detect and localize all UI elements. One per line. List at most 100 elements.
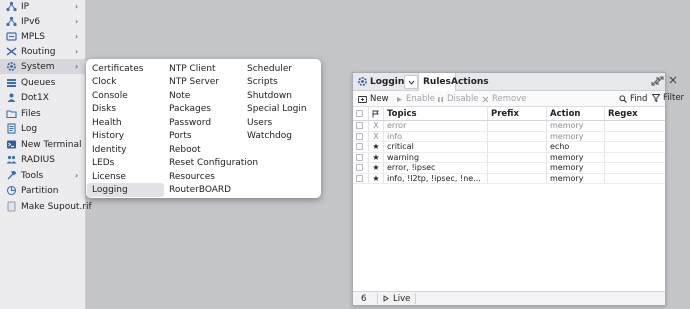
sidebar-item-files[interactable]: Files: [0, 106, 86, 121]
menu-item-disks[interactable]: Disks: [87, 102, 116, 116]
enable-button[interactable]: Enable: [396, 91, 435, 107]
routing-icon: [5, 46, 17, 58]
disable-button[interactable]: Disable: [437, 91, 479, 107]
table-header: Topics Prefix Action Regex: [353, 107, 665, 121]
menu-item-leds[interactable]: LEDs: [87, 156, 114, 170]
default-flag: ★: [369, 163, 384, 173]
sidebar-item-label: Partition: [21, 185, 59, 196]
menu-item-users[interactable]: Users: [242, 116, 272, 130]
find-button[interactable]: Find: [619, 91, 647, 107]
table-row[interactable]: X info memory: [353, 131, 665, 142]
menu-item-scripts[interactable]: Scripts: [242, 75, 278, 89]
cell-topics: warning: [384, 152, 488, 162]
menu-item-reboot[interactable]: Reboot: [164, 143, 201, 157]
filter-icon: [652, 94, 660, 102]
sidebar: IP › IPv6 › MPLS › Routing › System › Qu…: [0, 0, 92, 309]
chevron-right-icon: ›: [75, 32, 79, 41]
menu-item-ports[interactable]: Ports: [164, 129, 192, 143]
folder-icon: [5, 108, 17, 120]
menu-item-watchdog[interactable]: Watchdog: [242, 129, 292, 143]
column-header-action[interactable]: Action: [547, 107, 605, 120]
menu-item-console[interactable]: Console: [87, 89, 128, 103]
enable-label: Enable: [406, 94, 435, 104]
queues-icon: [5, 77, 17, 89]
menu-item-clock[interactable]: Clock: [87, 75, 116, 89]
live-button[interactable]: Live: [383, 292, 410, 305]
filter-button[interactable]: Filter: [652, 90, 684, 106]
sidebar-item-new-terminal[interactable]: New Terminal: [0, 137, 86, 152]
sidebar-item-system[interactable]: System ›: [0, 59, 86, 74]
chevron-down-icon[interactable]: [404, 75, 418, 89]
sidebar-item-ip[interactable]: IP ›: [0, 0, 86, 14]
sidebar-item-ipv6[interactable]: IPv6 ›: [0, 14, 86, 29]
logging-window: Logging Rules Actions New Enable Disable…: [352, 72, 666, 306]
menu-item-health[interactable]: Health: [87, 116, 122, 130]
new-label: New: [370, 94, 389, 104]
row-checkbox[interactable]: [353, 152, 369, 162]
toolbar: New Enable Disable Remove Find: [353, 91, 665, 107]
close-icon[interactable]: [668, 75, 678, 88]
menu-item-logging[interactable]: Logging: [87, 183, 164, 197]
column-header-topics[interactable]: Topics: [384, 107, 488, 120]
menu-item-reset-configuration[interactable]: Reset Configuration: [164, 156, 258, 170]
cell-action: memory: [547, 173, 605, 183]
chevron-right-icon: ›: [75, 62, 79, 71]
row-checkbox[interactable]: [353, 173, 369, 183]
table-row[interactable]: X error memory: [353, 121, 665, 132]
table-row[interactable]: ★ critical echo: [353, 142, 665, 153]
menu-item-ntp-server[interactable]: NTP Server: [164, 75, 219, 89]
remove-button[interactable]: Remove: [482, 91, 527, 107]
sidebar-item-label: System: [21, 61, 55, 72]
column-header-prefix[interactable]: Prefix: [488, 107, 547, 120]
sidebar-item-partition[interactable]: Partition: [0, 183, 86, 198]
column-header-regex[interactable]: Regex: [605, 107, 665, 120]
sidebar-item-dot1x[interactable]: Dot1X: [0, 90, 86, 105]
cell-action: memory: [547, 121, 605, 131]
cell-prefix: [488, 121, 547, 131]
menu-item-shutdown[interactable]: Shutdown: [242, 89, 292, 103]
menu-item-note[interactable]: Note: [164, 89, 190, 103]
cell-action: memory: [547, 152, 605, 162]
menu-item-history[interactable]: History: [87, 129, 124, 143]
sidebar-item-mpls[interactable]: MPLS ›: [0, 29, 86, 44]
sidebar-item-tools[interactable]: Tools ›: [0, 168, 86, 183]
sidebar-item-queues[interactable]: Queues: [0, 75, 86, 90]
menu-item-resources[interactable]: Resources: [164, 170, 215, 184]
menu-item-routerboard[interactable]: RouterBOARD: [164, 183, 231, 197]
menu-item-certificates[interactable]: Certificates: [87, 62, 143, 76]
cell-regex: [605, 163, 665, 173]
window-titlebar[interactable]: Logging Rules Actions: [353, 73, 665, 91]
cell-regex: [605, 121, 665, 131]
maximize-icon[interactable]: [655, 76, 664, 88]
row-checkbox[interactable]: [353, 131, 369, 141]
cell-topics: error: [384, 121, 488, 131]
table-row[interactable]: ★ error, !ipsec memory: [353, 163, 665, 174]
menu-item-license[interactable]: License: [87, 170, 126, 184]
row-checkbox[interactable]: [353, 142, 369, 152]
row-checkbox[interactable]: [353, 163, 369, 173]
row-checkbox[interactable]: [353, 121, 369, 131]
ipv6-icon: [5, 16, 17, 28]
sidebar-item-radius[interactable]: RADIUS: [0, 152, 86, 167]
statusbar: 6 Live: [353, 291, 665, 305]
menu-item-special-login[interactable]: Special Login: [242, 102, 307, 116]
menu-item-identity[interactable]: Identity: [87, 143, 127, 157]
select-all-checkbox[interactable]: [353, 107, 369, 120]
menu-item-packages[interactable]: Packages: [164, 102, 211, 116]
cell-topics: info: [384, 131, 488, 141]
table-row[interactable]: ★ info, !l2tp, !ipsec, !ne... memory: [353, 173, 665, 184]
menu-item-scheduler[interactable]: Scheduler: [242, 62, 292, 76]
tab-actions[interactable]: Actions: [447, 73, 493, 91]
table-row[interactable]: ★ warning memory: [353, 152, 665, 163]
system-submenu: Certificates Clock Console Disks Health …: [86, 59, 321, 198]
menu-item-ntp-client[interactable]: NTP Client: [164, 62, 216, 76]
sidebar-item-routing[interactable]: Routing ›: [0, 44, 86, 59]
menu-item-password[interactable]: Password: [164, 116, 211, 130]
new-button[interactable]: New: [358, 91, 389, 107]
sidebar-item-log[interactable]: Log: [0, 121, 86, 136]
sidebar-item-label: Queues: [21, 77, 56, 88]
radius-icon: [5, 154, 17, 166]
search-icon: [619, 95, 627, 103]
sidebar-item-make-supout[interactable]: Make Supout.rif: [0, 199, 92, 214]
tools-icon: [5, 170, 17, 182]
